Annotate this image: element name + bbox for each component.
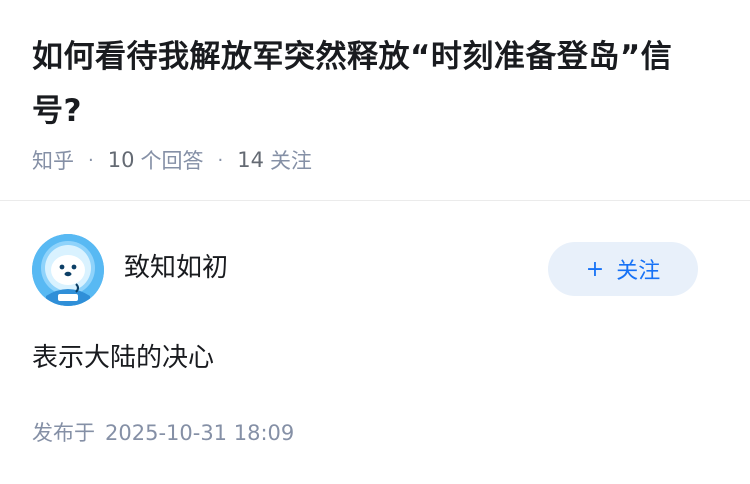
answer-content: 表示大陆的决心 <box>32 343 215 373</box>
publish-time: 2025-10-31 18:09 <box>105 421 295 445</box>
followers-label: 关注 <box>269 149 312 173</box>
answer-page: 如何看待我解放军突然释放“时刻准备登岛”信号? 知乎 · 10 个回答 · 14… <box>0 0 750 484</box>
author-name[interactable]: 致知如初 <box>124 250 228 286</box>
follow-button[interactable]: + 关注 <box>548 242 698 296</box>
source-label: 知乎 <box>32 149 74 173</box>
separator-dot: · <box>217 149 224 171</box>
publish-label: 发布于 <box>32 421 95 445</box>
author-row: 致知如初 + 关注 <box>32 234 698 306</box>
question-title[interactable]: 如何看待我解放军突然释放“时刻准备登岛”信号? <box>32 30 722 138</box>
avatar[interactable] <box>32 234 104 306</box>
follow-label: 关注 <box>616 259 661 284</box>
followers-count: 14 <box>237 148 264 172</box>
answers-count: 10 <box>107 148 135 172</box>
answers-label: 个回答 <box>140 149 204 173</box>
plus-icon: + <box>585 256 605 282</box>
astronaut-avatar-icon <box>32 234 104 306</box>
separator-dot: · <box>88 149 94 171</box>
question-meta: 知乎 · 10 个回答 · 14 关注 <box>32 143 312 177</box>
publish-info: 发布于 2025-10-31 18:09 <box>32 416 294 450</box>
divider <box>0 200 750 201</box>
